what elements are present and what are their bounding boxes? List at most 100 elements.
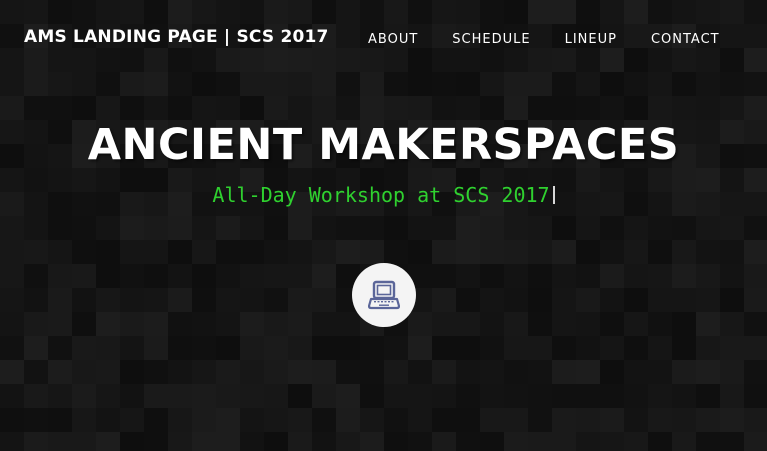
- background-tile: [528, 384, 552, 408]
- background-tile: [384, 336, 408, 360]
- background-tile: [96, 408, 120, 432]
- background-tile: [312, 384, 336, 408]
- background-tile: [288, 408, 312, 432]
- background-tile: [720, 360, 744, 384]
- background-tile: [456, 240, 480, 264]
- hero-subtitle: All-Day Workshop at SCS 2017: [0, 183, 767, 207]
- background-tile: [600, 240, 624, 264]
- background-tile: [696, 312, 720, 336]
- background-tile: [0, 264, 24, 288]
- background-tile: [600, 432, 624, 451]
- background-tile: [336, 240, 360, 264]
- background-tile: [696, 384, 720, 408]
- background-tile: [216, 384, 240, 408]
- background-tile: [432, 96, 456, 120]
- background-tile: [504, 264, 528, 288]
- nav-link-about[interactable]: ABOUT: [368, 32, 418, 47]
- background-tile: [216, 264, 240, 288]
- background-tile: [600, 96, 624, 120]
- background-tile: [744, 360, 767, 384]
- background-tile: [552, 408, 576, 432]
- background-tile: [528, 408, 552, 432]
- background-tile: [96, 96, 120, 120]
- background-tile: [720, 336, 744, 360]
- background-tile: [192, 432, 216, 451]
- background-tile: [192, 240, 216, 264]
- background-tile: [312, 312, 336, 336]
- background-tile: [240, 432, 264, 451]
- background-tile: [744, 288, 767, 312]
- background-tile: [24, 336, 48, 360]
- background-tile: [72, 264, 96, 288]
- brand-link[interactable]: AMS LANDING PAGE | SCS 2017: [24, 27, 329, 47]
- background-tile: [384, 408, 408, 432]
- background-tile: [600, 288, 624, 312]
- background-tile: [456, 216, 480, 240]
- background-tile: [648, 216, 672, 240]
- background-tile: [264, 432, 288, 451]
- background-tile: [672, 432, 696, 451]
- background-tile: [504, 360, 528, 384]
- nav-link-lineup[interactable]: LINEUP: [565, 32, 617, 47]
- background-tile: [0, 432, 24, 451]
- background-tile: [696, 432, 720, 451]
- background-tile: [720, 240, 744, 264]
- background-tile: [528, 312, 552, 336]
- background-tile: [48, 432, 72, 451]
- nav-link-schedule[interactable]: SCHEDULE: [452, 32, 530, 47]
- background-tile: [552, 360, 576, 384]
- background-tile: [480, 240, 504, 264]
- background-tile: [600, 360, 624, 384]
- background-tile: [576, 360, 600, 384]
- background-tile: [408, 432, 432, 451]
- background-tile: [192, 360, 216, 384]
- background-tile: [576, 240, 600, 264]
- background-tile: [432, 360, 456, 384]
- background-tile: [240, 360, 264, 384]
- background-tile: [120, 96, 144, 120]
- background-tile: [456, 288, 480, 312]
- background-tile: [288, 336, 312, 360]
- background-tile: [672, 360, 696, 384]
- background-tile: [408, 336, 432, 360]
- background-tile: [120, 384, 144, 408]
- background-tile: [648, 240, 672, 264]
- background-tile: [624, 240, 648, 264]
- background-tile: [288, 216, 312, 240]
- background-tile: [96, 288, 120, 312]
- background-tile: [432, 264, 456, 288]
- background-tile: [672, 336, 696, 360]
- background-tile: [456, 336, 480, 360]
- background-tile: [552, 312, 576, 336]
- background-tile: [144, 288, 168, 312]
- background-tile: [192, 216, 216, 240]
- background-tile: [648, 432, 672, 451]
- background-tile: [288, 240, 312, 264]
- background-tile: [360, 384, 384, 408]
- background-tile: [48, 384, 72, 408]
- background-tile: [240, 288, 264, 312]
- nav-link-contact[interactable]: CONTACT: [651, 32, 720, 47]
- typing-cursor: [552, 186, 555, 204]
- background-tile: [744, 336, 767, 360]
- background-tile: [360, 336, 384, 360]
- background-tile: [648, 288, 672, 312]
- nav-item-about: ABOUT: [368, 30, 418, 48]
- background-tile: [24, 288, 48, 312]
- background-tile: [360, 360, 384, 384]
- background-tile: [168, 240, 192, 264]
- background-tile: [576, 432, 600, 451]
- background-tile: [696, 216, 720, 240]
- background-tile: [504, 288, 528, 312]
- background-tile: [432, 336, 456, 360]
- background-tile: [0, 288, 24, 312]
- background-tile: [456, 360, 480, 384]
- background-tile: [216, 408, 240, 432]
- laptop-button[interactable]: [352, 263, 416, 327]
- background-tile: [384, 96, 408, 120]
- background-tile: [288, 312, 312, 336]
- background-tile: [672, 312, 696, 336]
- background-tile: [432, 216, 456, 240]
- background-tile: [48, 216, 72, 240]
- background-tile: [0, 336, 24, 360]
